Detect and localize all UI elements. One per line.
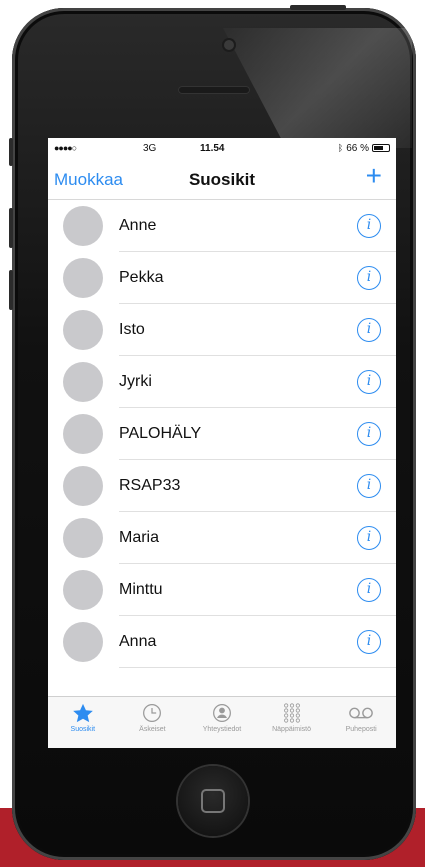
avatar: [63, 414, 103, 454]
front-camera: [224, 40, 234, 50]
bluetooth-icon: ᛒ: [337, 143, 344, 153]
voicemail-icon: [348, 703, 374, 723]
tab-clock[interactable]: Äskeiset: [118, 697, 188, 748]
contact-name: Isto: [119, 321, 145, 338]
info-icon[interactable]: i: [357, 214, 381, 238]
tab-label: Yhteystiedot: [202, 726, 242, 733]
earpiece-speaker: [178, 86, 250, 94]
favorites-list: Anne i Pekka i Isto i Jyrki i PALOHÄLY i RSAP33 i Ma…: [48, 200, 396, 668]
favorite-row[interactable]: Jyrki i: [48, 356, 396, 408]
network-type: 3G: [143, 142, 157, 154]
tab-keypad[interactable]: Näppäimistö: [257, 697, 327, 748]
contact-name: Maria: [119, 529, 160, 546]
favorite-row[interactable]: PALOHÄLY i: [48, 408, 396, 460]
status-bar: ●●●●○ 3G 11.54 ᛒ 66 %: [48, 138, 396, 158]
info-icon[interactable]: i: [357, 474, 381, 498]
keypad-icon: [281, 703, 303, 723]
clock-icon: [141, 703, 163, 723]
info-icon[interactable]: i: [357, 526, 381, 550]
volume-down-button: [9, 270, 13, 310]
avatar: [63, 258, 103, 298]
avatar: [63, 206, 103, 246]
page-title: Suosikit: [188, 170, 256, 189]
mute-switch: [9, 138, 13, 166]
power-button: [290, 5, 346, 10]
favorite-row[interactable]: Maria i: [48, 512, 396, 564]
signal-strength: ●●●●○: [54, 143, 77, 153]
contact-name: RSAP33: [119, 477, 181, 494]
contact-name: Anna: [119, 633, 157, 650]
tab-bar: Suosikit Äskeiset Yhteystiedot Näppäimistö P…: [48, 696, 396, 748]
tab-label: Puheposti: [345, 726, 377, 733]
avatar: [63, 362, 103, 402]
contact-name: Minttu: [119, 581, 163, 598]
contact-name: PALOHÄLY: [119, 425, 202, 442]
navigation-bar: Muokkaa Suosikit +: [48, 158, 396, 200]
avatar: [63, 466, 103, 506]
info-icon[interactable]: i: [357, 422, 381, 446]
favorite-row[interactable]: Minttu i: [48, 564, 396, 616]
row-separator: [119, 667, 396, 668]
stage: ●●●●○ 3G 11.54 ᛒ 66 % Muokkaa Suosikit +…: [0, 0, 425, 867]
avatar: [63, 570, 103, 610]
info-icon[interactable]: i: [357, 266, 381, 290]
clock: 11.54: [200, 142, 225, 154]
info-icon[interactable]: i: [357, 318, 381, 342]
tab-label: Suosikit: [70, 726, 96, 733]
tab-voicemail[interactable]: Puheposti: [326, 697, 396, 748]
tab-label: Näppäimistö: [272, 726, 312, 733]
battery-indicator: ᛒ 66 %: [338, 143, 390, 154]
contact-name: Pekka: [119, 269, 164, 286]
avatar: [63, 622, 103, 662]
avatar: [63, 310, 103, 350]
home-square-icon: [201, 789, 225, 813]
favorite-row[interactable]: Anna i: [48, 616, 396, 668]
contact-icon: [211, 703, 233, 723]
avatar: [63, 518, 103, 558]
favorite-row[interactable]: Isto i: [48, 304, 396, 356]
battery-icon: [372, 144, 390, 152]
info-icon[interactable]: i: [357, 578, 381, 602]
add-favorite-button[interactable]: +: [366, 162, 382, 190]
tab-contact[interactable]: Yhteystiedot: [187, 697, 257, 748]
info-icon[interactable]: i: [357, 630, 381, 654]
battery-fill: [374, 146, 383, 150]
star-icon: [72, 703, 94, 723]
contact-name: Anne: [119, 217, 157, 234]
info-icon[interactable]: i: [357, 370, 381, 394]
phone-screen: ●●●●○ 3G 11.54 ᛒ 66 % Muokkaa Suosikit +…: [48, 138, 396, 748]
favorite-row[interactable]: Pekka i: [48, 252, 396, 304]
favorite-row[interactable]: Anne i: [48, 200, 396, 252]
battery-percent: 66 %: [346, 142, 369, 154]
tab-star[interactable]: Suosikit: [48, 697, 118, 748]
home-button[interactable]: [178, 766, 248, 836]
favorite-row[interactable]: RSAP33 i: [48, 460, 396, 512]
tab-label: Äskeiset: [139, 726, 166, 733]
volume-up-button: [9, 208, 13, 248]
contact-name: Jyrki: [119, 373, 152, 390]
